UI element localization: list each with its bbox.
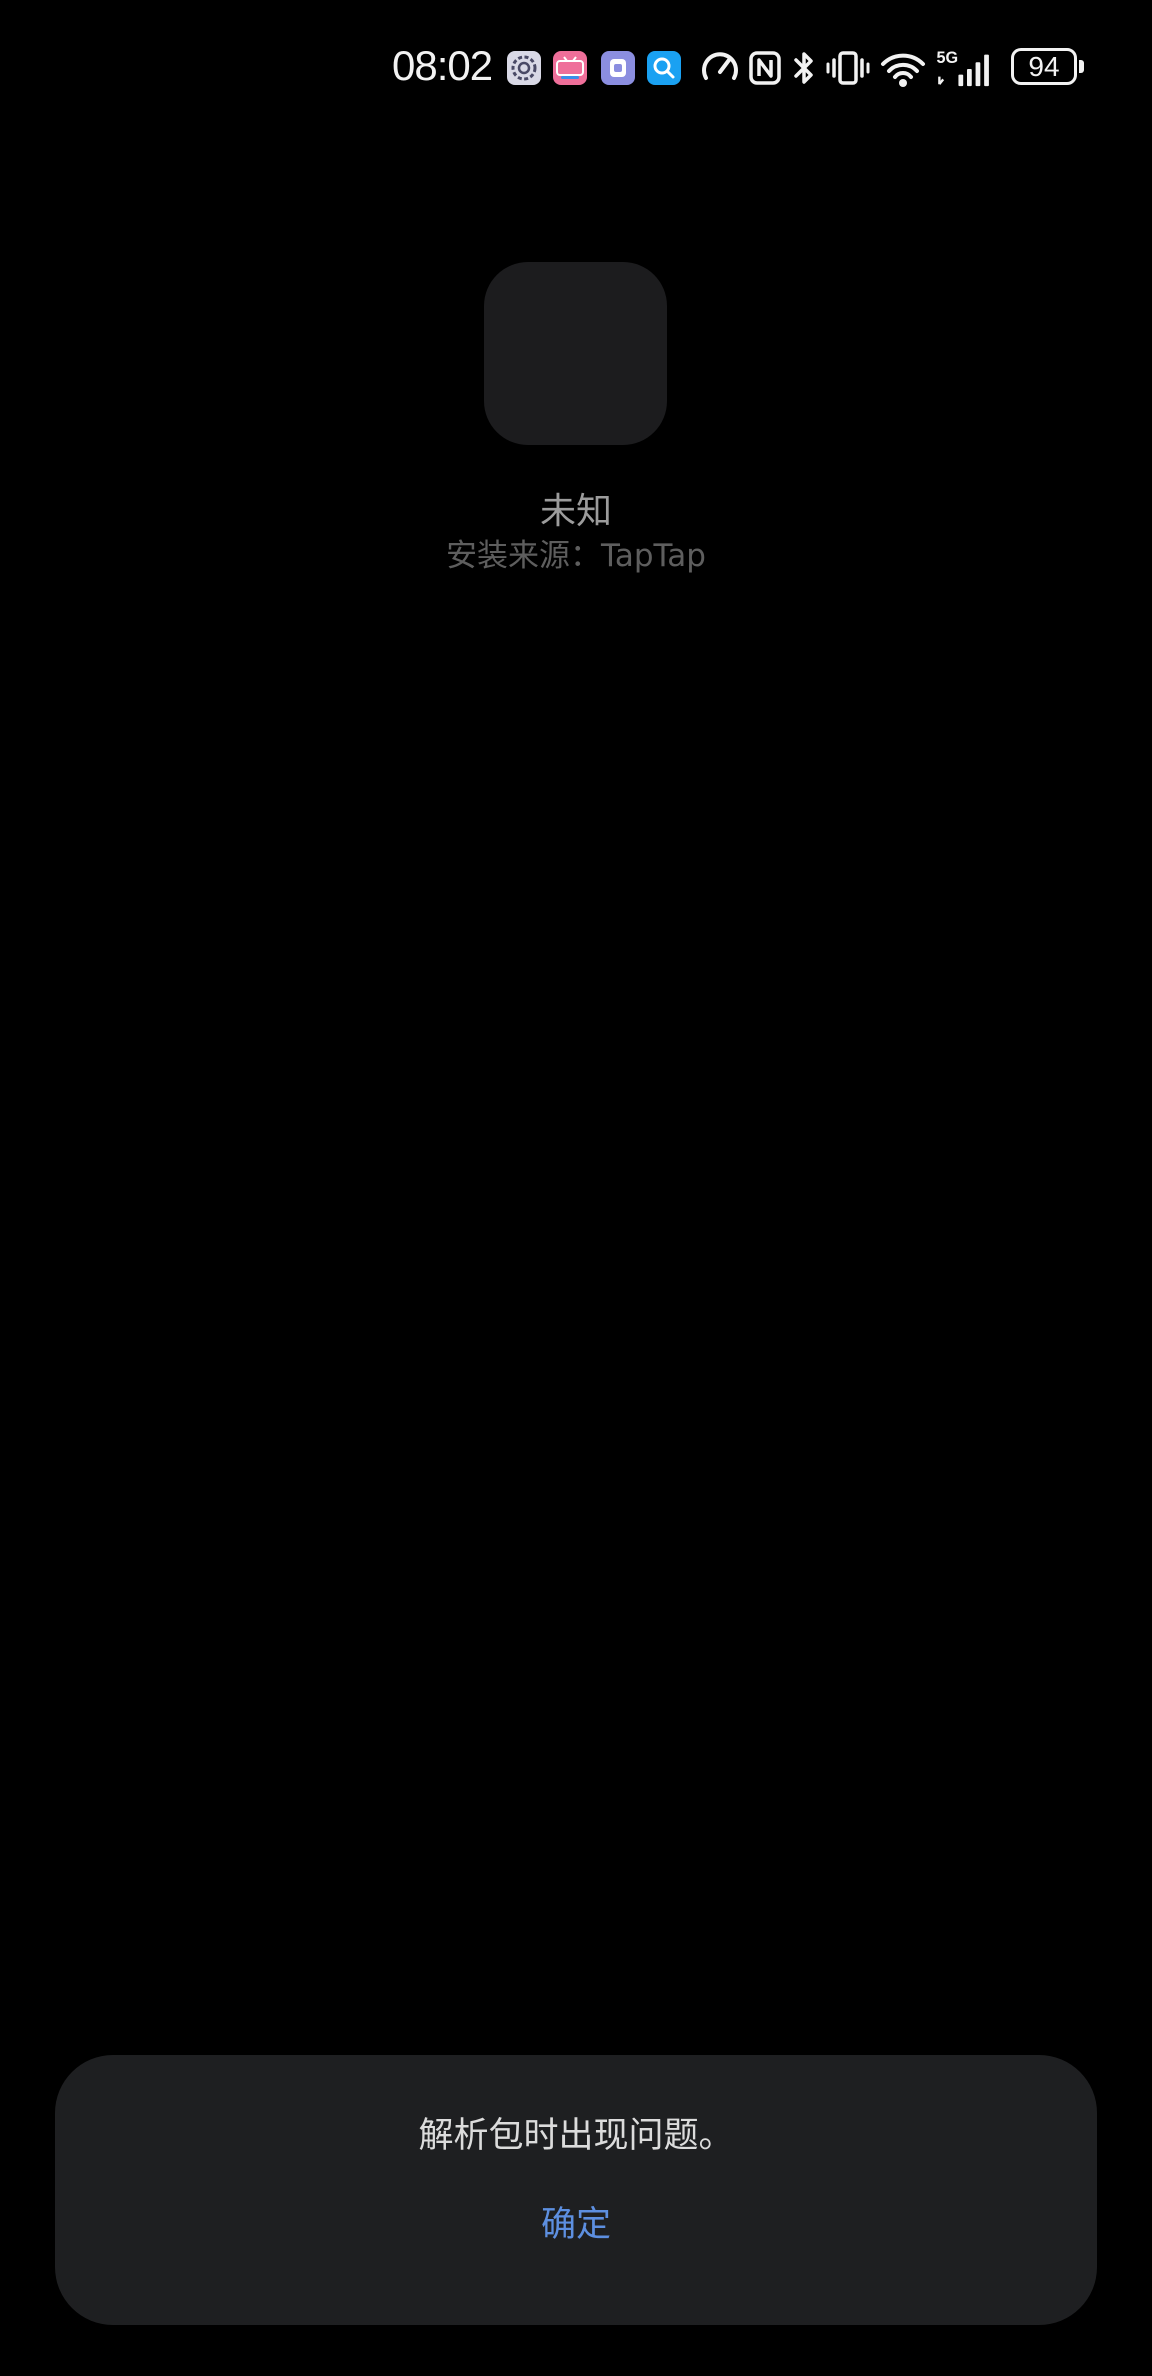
dialog-message: 解析包时出现问题。 — [418, 2116, 734, 2156]
status-time: 08:02 — [392, 42, 493, 89]
vibrate-icon — [826, 51, 870, 85]
battery-level: 94 — [1028, 50, 1060, 82]
cellular-signal-icon: 5G — [937, 49, 989, 87]
search-icon — [647, 51, 681, 85]
battery-icon: 94 — [1011, 48, 1077, 85]
settings-icon — [507, 51, 541, 85]
app-icon — [601, 51, 635, 85]
status-bar: 08:02 5G 94 — [0, 0, 1152, 135]
wifi-icon — [881, 53, 925, 87]
confirm-button[interactable]: 确定 — [476, 2185, 676, 2265]
nfc-icon — [749, 51, 781, 85]
app-icon-placeholder — [484, 262, 667, 445]
bluetooth-icon — [794, 52, 813, 84]
speedometer-icon — [702, 52, 738, 80]
network-type-label: 5G — [937, 49, 959, 67]
install-source: 安装来源：TapTap — [446, 538, 706, 574]
error-dialog: 解析包时出现问题。 确定 — [55, 2055, 1097, 2325]
bilibili-icon — [553, 51, 587, 85]
battery-tip — [1079, 60, 1084, 73]
